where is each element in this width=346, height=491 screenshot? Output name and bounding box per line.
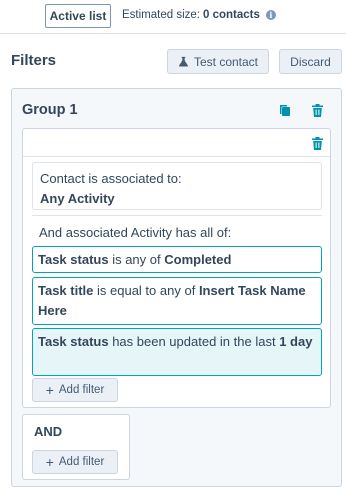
trash-icon — [311, 103, 323, 117]
estimated-size: Estimated size: 0 contacts i — [122, 9, 276, 21]
flask-icon — [179, 56, 188, 67]
filter-condition[interactable]: Task title is equal to any of Insert Tas… — [32, 277, 322, 325]
and-filter-block: AND + Add filter — [22, 414, 130, 480]
condition-operator: is equal to any of — [97, 283, 196, 298]
association-block-header — [23, 129, 330, 157]
association-value: Any Activity — [40, 191, 115, 206]
test-contact-button[interactable]: Test contact — [167, 49, 269, 74]
add-filter-button[interactable]: + Add filter — [32, 378, 118, 402]
condition-value: 1 day — [279, 334, 313, 349]
condition-property: Task status — [38, 252, 109, 267]
test-contact-label: Test contact — [193, 54, 259, 69]
filter-condition[interactable]: Task status has been updated in the last… — [32, 328, 322, 376]
list-type-badge[interactable]: Active list — [45, 4, 111, 28]
group-title: Group 1 — [22, 102, 78, 118]
add-filter-label: Add filter — [58, 456, 105, 468]
discard-label: Discard — [290, 54, 331, 69]
clone-group-button[interactable] — [278, 103, 292, 117]
info-icon[interactable]: i — [265, 10, 276, 20]
condition-value: Completed — [164, 252, 232, 267]
discard-button[interactable]: Discard — [279, 49, 342, 74]
trash-icon — [311, 136, 323, 150]
add-filter-button[interactable]: + Add filter — [32, 450, 118, 474]
filter-condition[interactable]: Task status is any of Completed — [32, 246, 322, 273]
delete-group-button[interactable] — [310, 103, 324, 117]
list-header-bar: Active list Estimated size: 0 contacts i — [0, 0, 346, 34]
condition-property: Task status — [38, 334, 109, 349]
filter-group: Group 1 Contact is associated to: Any Ac… — [11, 88, 342, 487]
estimated-size-prefix: Estimated size: — [122, 9, 200, 21]
delete-association-button[interactable] — [310, 136, 324, 150]
plus-icon: + — [45, 454, 54, 470]
condition-operator: is any of — [112, 252, 161, 267]
association-selector[interactable]: Contact is associated to: Any Activity — [32, 162, 322, 210]
plus-icon: + — [45, 382, 54, 398]
condition-operator: has been updated in the last — [112, 334, 276, 349]
condition-property: Task title — [38, 283, 94, 298]
and-label: AND — [34, 424, 63, 439]
divider — [32, 215, 322, 216]
association-prefix: Contact is associated to: — [40, 171, 182, 186]
filters-title: Filters — [11, 52, 57, 69]
estimated-size-value: 0 contacts — [202, 9, 260, 21]
associated-condition-intro: And associated Activity has all of: — [39, 225, 232, 240]
add-filter-label: Add filter — [58, 384, 105, 396]
association-filter-block: Contact is associated to: Any Activity A… — [22, 128, 331, 408]
copy-icon — [280, 104, 290, 116]
